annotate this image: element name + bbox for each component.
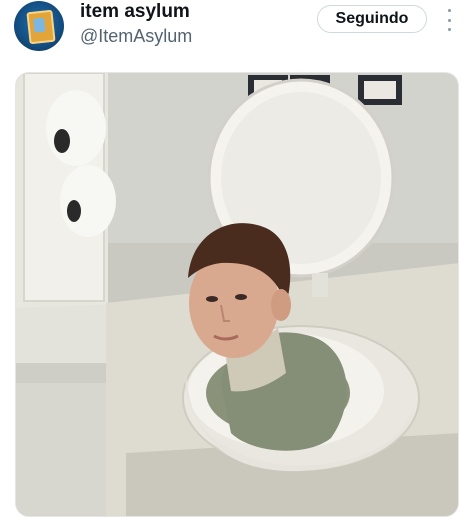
photo-illustration [16, 73, 458, 516]
more-vertical-icon[interactable] [443, 9, 455, 31]
author-avatar[interactable] [14, 1, 64, 51]
author-handle[interactable]: @ItemAsylum [80, 26, 192, 47]
author-display-name[interactable]: item asylum [80, 1, 190, 23]
tweet-header: item asylum @ItemAsylum Seguindo [0, 0, 474, 70]
item-card-avatar-icon [26, 9, 56, 45]
following-button[interactable]: Seguindo [317, 5, 427, 33]
tweet-photo[interactable] [15, 72, 459, 517]
